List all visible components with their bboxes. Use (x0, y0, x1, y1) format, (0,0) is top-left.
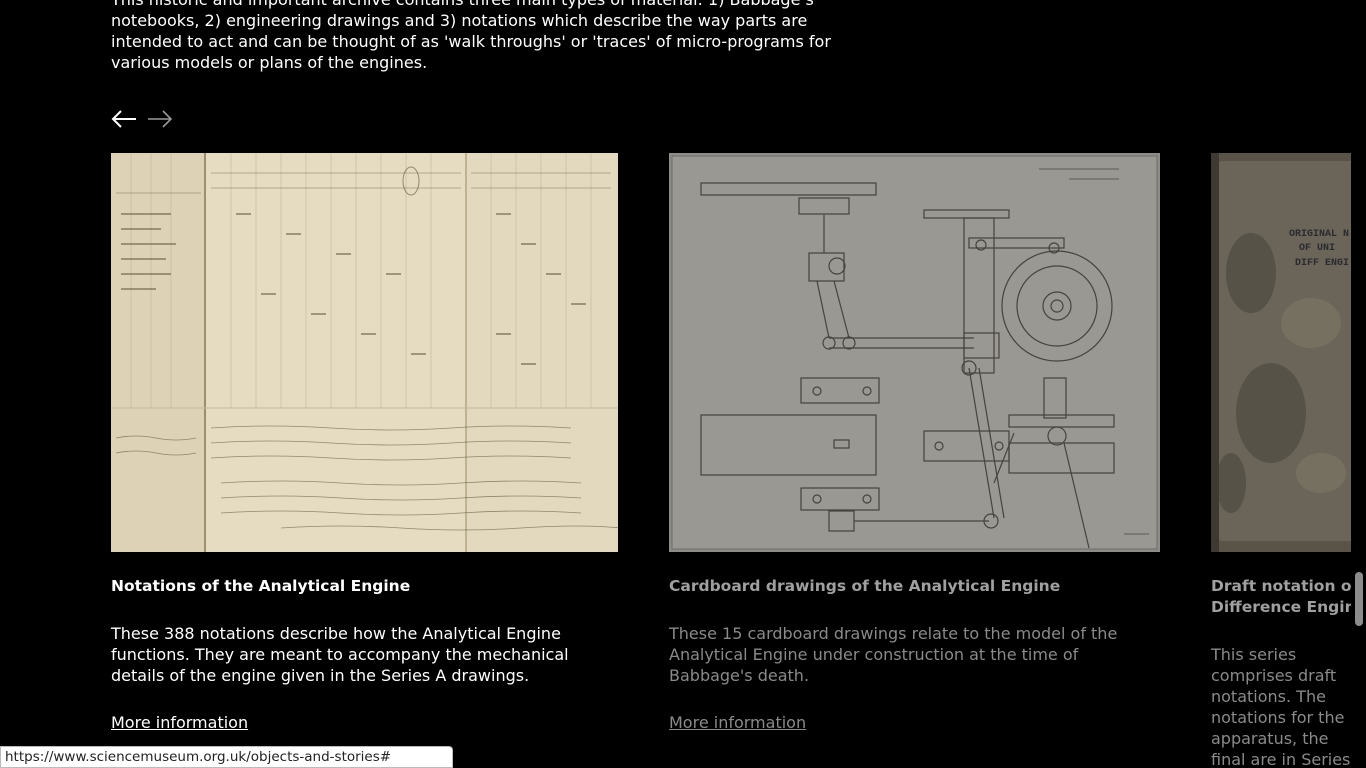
card-title[interactable]: Cardboard drawings of the Analytical Eng… (669, 576, 1160, 597)
cover-text: OF UNI (1299, 243, 1335, 254)
card-image-notations[interactable] (111, 153, 618, 552)
card-image-draft-notation[interactable]: ORIGINAL N OF UNI DIFF ENGI (1211, 153, 1351, 552)
status-bar-url: https://www.sciencemuseum.org.uk/objects… (0, 746, 453, 768)
arrow-right-icon (148, 110, 173, 128)
card-title[interactable]: Notations of the Analytical Engine (111, 576, 618, 597)
scrollbar-thumb[interactable] (1355, 572, 1363, 626)
carousel-card: ORIGINAL N OF UNI DIFF ENGI Draft notati… (1211, 153, 1351, 768)
arrow-left-icon (111, 110, 136, 128)
cover-text: DIFF ENGI (1295, 258, 1349, 269)
card-description: These 388 notations describe how the Ana… (111, 624, 569, 685)
card-image-cardboard-drawings[interactable] (669, 153, 1160, 552)
carousel-card: Cardboard drawings of the Analytical Eng… (669, 153, 1160, 733)
carousel-prev-button[interactable] (111, 107, 137, 131)
carousel-next-button[interactable] (147, 107, 173, 131)
intro-paragraph: This historic and important archive cont… (111, 0, 831, 72)
card-description: These 15 cardboard drawings relate to th… (669, 624, 1118, 685)
page-scrollbar[interactable] (1351, 0, 1366, 768)
carousel-controls (111, 107, 173, 131)
collection-carousel: This historic and important archive cont… (0, 0, 1351, 768)
card-title[interactable]: Draft notation of the Difference Engine … (1211, 576, 1351, 618)
more-information-link[interactable]: More information (111, 712, 248, 733)
more-information-link[interactable]: More information (669, 712, 806, 733)
carousel-card: Notations of the Analytical Engine These… (111, 153, 618, 733)
cover-text: ORIGINAL N (1289, 229, 1349, 240)
card-description: This series comprises draft notations. T… (1211, 645, 1351, 768)
